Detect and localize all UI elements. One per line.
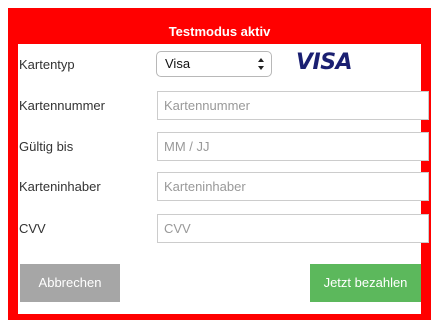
pay-now-button[interactable]: Jetzt bezahlen: [310, 264, 421, 302]
card-holder-row: Karteninhaber: [18, 172, 429, 202]
test-mode-banner: Testmodus aktiv: [18, 8, 421, 44]
card-type-row: Kartentyp Visa: [18, 50, 421, 80]
card-number-input[interactable]: [157, 91, 429, 120]
visa-logo: VISA: [296, 50, 353, 75]
expiry-label: Gültig bis: [19, 139, 74, 154]
cvv-input[interactable]: [157, 214, 429, 243]
card-type-select[interactable]: Visa: [156, 51, 272, 77]
select-arrows-icon: [258, 58, 264, 70]
payment-dialog: Testmodus aktiv Kartentyp Visa VISA Kart…: [8, 8, 431, 320]
cvv-label: CVV: [19, 221, 46, 236]
card-holder-label: Karteninhaber: [19, 179, 101, 194]
card-type-selected-value: Visa: [165, 56, 191, 71]
expiry-input[interactable]: [157, 132, 429, 161]
cvv-row: CVV: [18, 214, 429, 244]
card-type-label: Kartentyp: [19, 57, 75, 72]
expiry-row: Gültig bis: [18, 132, 429, 162]
card-number-label: Kartennummer: [19, 98, 105, 113]
card-number-row: Kartennummer: [18, 91, 429, 121]
cancel-button[interactable]: Abbrechen: [20, 264, 120, 302]
card-holder-input[interactable]: [157, 172, 429, 201]
